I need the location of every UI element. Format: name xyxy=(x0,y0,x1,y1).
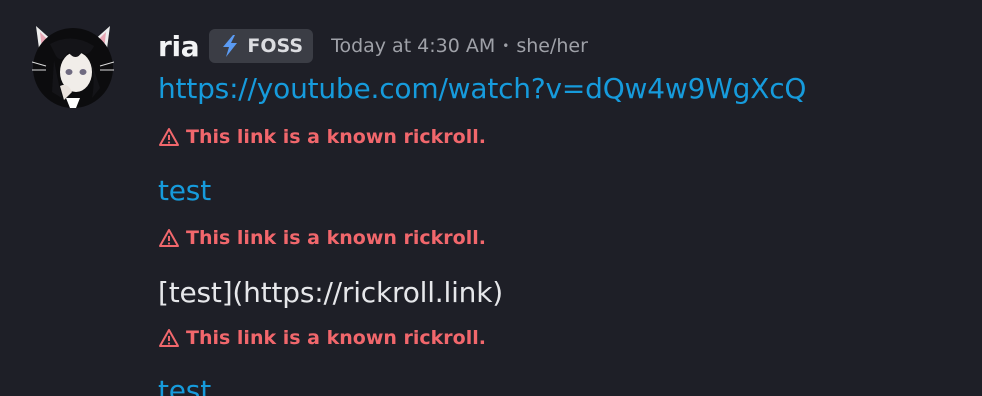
rickroll-warning: This link is a known rickroll. xyxy=(158,327,486,349)
timestamp[interactable]: Today at 4:30 AM xyxy=(331,35,495,57)
lightning-icon xyxy=(223,35,238,57)
username[interactable]: ria xyxy=(158,30,200,63)
message-text-markdown: [test](https://rickroll.link) xyxy=(158,276,503,309)
avatar[interactable] xyxy=(31,22,115,110)
server-tag[interactable]: FOSS xyxy=(209,29,314,63)
message-link-youtube[interactable]: https://youtube.com/watch?v=dQw4w9WgXcQ xyxy=(158,72,806,105)
chat-message: ria FOSS Today at 4:30 AM • she/her http… xyxy=(0,0,982,396)
warning-icon xyxy=(159,229,179,247)
warning-icon xyxy=(159,329,179,347)
warning-text: This link is a known rickroll. xyxy=(186,126,486,148)
warning-icon xyxy=(159,128,179,146)
message-header: ria FOSS Today at 4:30 AM • she/her xyxy=(158,28,588,64)
separator-dot: • xyxy=(502,39,510,53)
message-link-test[interactable]: test xyxy=(158,174,211,207)
pronouns: she/her xyxy=(516,35,588,57)
rickroll-warning: This link is a known rickroll. xyxy=(158,227,486,249)
rickroll-warning: This link is a known rickroll. xyxy=(158,126,486,148)
warning-text: This link is a known rickroll. xyxy=(186,327,486,349)
warning-text: This link is a known rickroll. xyxy=(186,227,486,249)
avatar-image xyxy=(31,26,115,108)
message-meta: Today at 4:30 AM • she/her xyxy=(331,35,588,57)
message-link-test-cut-off[interactable]: test xyxy=(158,374,211,396)
server-tag-label: FOSS xyxy=(247,35,304,57)
